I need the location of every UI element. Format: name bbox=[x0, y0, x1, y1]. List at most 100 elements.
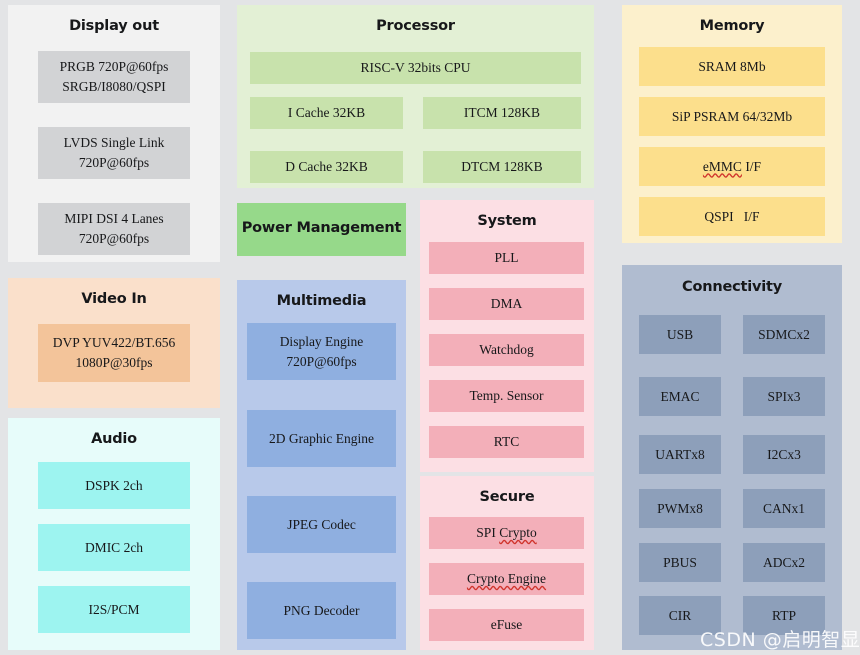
block-sdmc[interactable]: SDMCx2 bbox=[743, 315, 825, 354]
block-dtcm[interactable]: DTCM 128KB bbox=[423, 151, 581, 183]
panel-system: System PLL DMA Watchdog Temp. Sensor RTC bbox=[420, 200, 594, 472]
block-line1: UARTx8 bbox=[655, 446, 705, 462]
block-line2: 720P@60fps bbox=[78, 231, 150, 246]
block-2d-graphic-engine[interactable]: 2D Graphic Engine bbox=[247, 410, 396, 467]
block-line1: 2D Graphic Engine bbox=[269, 430, 374, 446]
block-line1: DTCM 128KB bbox=[461, 159, 543, 175]
block-dspk[interactable]: DSPK 2ch bbox=[38, 462, 190, 509]
block-crypto-engine[interactable]: Crypto Engine bbox=[429, 563, 584, 595]
block-usb[interactable]: USB bbox=[639, 315, 721, 354]
block-lvds[interactable]: LVDS Single Link 720P@60fps bbox=[38, 127, 190, 179]
block-watchdog[interactable]: Watchdog bbox=[429, 334, 584, 366]
block-prgb[interactable]: PRGB 720P@60fps SRGB/I8080/QSPI bbox=[38, 51, 190, 103]
block-emmc-if[interactable]: eMMC I/F bbox=[639, 147, 825, 186]
block-mipi-dsi[interactable]: MIPI DSI 4 Lanes 720P@60fps bbox=[38, 203, 190, 255]
block-line1: SPI Crypto bbox=[476, 523, 536, 543]
block-line1: EMAC bbox=[660, 388, 700, 404]
block-line2: SRGB/I8080/QSPI bbox=[62, 79, 166, 94]
block-line2: 1080P@30fps bbox=[75, 355, 153, 370]
block-line1: LVDS Single Link bbox=[63, 135, 165, 151]
block-pbus[interactable]: PBUS bbox=[639, 543, 721, 582]
block-emac[interactable]: EMAC bbox=[639, 377, 721, 416]
panel-title-display-out: Display out bbox=[69, 18, 159, 34]
block-spi-crypto[interactable]: SPI Crypto bbox=[429, 517, 584, 549]
block-dvp[interactable]: DVP YUV422/BT.656 1080P@30fps bbox=[38, 324, 190, 382]
panel-power-management[interactable]: Power Management bbox=[237, 203, 406, 256]
block-line1: JPEG Codec bbox=[287, 515, 356, 535]
block-dma[interactable]: DMA bbox=[429, 288, 584, 320]
block-line1: DMA bbox=[490, 296, 523, 312]
block-line1: PLL bbox=[494, 250, 519, 266]
panel-title-audio: Audio bbox=[91, 431, 137, 447]
block-line1: SRAM 8Mb bbox=[698, 58, 766, 74]
block-line1: RISC-V 32bits CPU bbox=[360, 60, 471, 76]
block-rtc[interactable]: RTC bbox=[429, 426, 584, 458]
block-line2: 720P@60fps bbox=[286, 353, 357, 369]
block-itcm[interactable]: ITCM 128KB bbox=[423, 97, 581, 129]
block-line1: RTP bbox=[772, 607, 796, 623]
block-line1: Crypto Engine bbox=[467, 569, 546, 589]
block-line2: 720P@60fps bbox=[78, 155, 150, 170]
block-rtp[interactable]: RTP bbox=[743, 596, 825, 635]
block-png-decoder[interactable]: PNG Decoder bbox=[247, 582, 396, 639]
block-uart[interactable]: UARTx8 bbox=[639, 435, 721, 474]
block-line1: RTC bbox=[493, 434, 520, 450]
block-line1: PWMx8 bbox=[657, 500, 703, 516]
block-label-misspelled: Crypto bbox=[499, 525, 537, 541]
block-qspi-if[interactable]: QSPI I/F bbox=[639, 197, 825, 236]
block-can[interactable]: CANx1 bbox=[743, 489, 825, 528]
panel-title-power-management: Power Management bbox=[241, 220, 402, 236]
block-sram[interactable]: SRAM 8Mb bbox=[639, 47, 825, 86]
block-display-engine[interactable]: Display Engine 720P@60fps bbox=[247, 323, 396, 380]
panel-title-system: System bbox=[477, 213, 537, 229]
block-sip-psram[interactable]: SiP PSRAM 64/32Mb bbox=[639, 97, 825, 136]
block-dmic[interactable]: DMIC 2ch bbox=[38, 524, 190, 571]
panel-title-multimedia: Multimedia bbox=[276, 293, 367, 309]
block-line1: I Cache 32KB bbox=[287, 105, 366, 121]
block-risc-v-cpu[interactable]: RISC-V 32bits CPU bbox=[250, 52, 581, 84]
block-line1: ITCM 128KB bbox=[463, 105, 541, 121]
block-label-misspelled: Crypto Engine bbox=[466, 571, 547, 587]
block-line1: DSPK 2ch bbox=[85, 477, 143, 493]
block-pwm[interactable]: PWMx8 bbox=[639, 489, 721, 528]
block-pll[interactable]: PLL bbox=[429, 242, 584, 274]
block-label-prefix: SPI bbox=[476, 525, 500, 541]
block-line1: MIPI DSI 4 Lanes bbox=[64, 211, 164, 227]
block-line1: I2S/PCM bbox=[88, 601, 140, 617]
block-i2s-pcm[interactable]: I2S/PCM bbox=[38, 586, 190, 633]
panel-secure: Secure SPI Crypto Crypto Engine eFuse bbox=[420, 476, 594, 650]
panel-processor: Processor RISC-V 32bits CPU I Cache 32KB… bbox=[237, 5, 594, 188]
block-line1: Display Engine bbox=[279, 333, 364, 349]
block-temp-sensor[interactable]: Temp. Sensor bbox=[429, 380, 584, 412]
block-line1: SPIx3 bbox=[767, 388, 801, 404]
panel-audio: Audio DSPK 2ch DMIC 2ch I2S/PCM bbox=[8, 418, 220, 650]
panel-title-memory: Memory bbox=[699, 18, 765, 34]
panel-title-video-in: Video In bbox=[81, 291, 147, 307]
block-line1: Temp. Sensor bbox=[469, 388, 544, 404]
block-cir[interactable]: CIR bbox=[639, 596, 721, 635]
panel-title-processor: Processor bbox=[376, 18, 455, 34]
block-line1: CIR bbox=[668, 607, 692, 623]
block-i-cache[interactable]: I Cache 32KB bbox=[250, 97, 403, 129]
panel-title-secure: Secure bbox=[479, 489, 535, 505]
soc-block-diagram: Display out PRGB 720P@60fps SRGB/I8080/Q… bbox=[0, 0, 860, 655]
block-line1: CANx1 bbox=[762, 500, 805, 516]
block-line1: eFuse bbox=[490, 617, 523, 633]
block-line1: QSPI I/F bbox=[704, 208, 760, 224]
block-adc[interactable]: ADCx2 bbox=[743, 543, 825, 582]
block-line1: USB bbox=[666, 326, 694, 342]
block-line1: SiP PSRAM 64/32Mb bbox=[671, 108, 793, 124]
block-line1: PRGB 720P@60fps bbox=[59, 59, 169, 75]
block-line1: ADCx2 bbox=[762, 554, 805, 570]
block-d-cache[interactable]: D Cache 32KB bbox=[250, 151, 403, 183]
block-line1: D Cache 32KB bbox=[285, 159, 368, 175]
block-jpeg-codec[interactable]: JPEG Codec bbox=[247, 496, 396, 553]
block-spi[interactable]: SPIx3 bbox=[743, 377, 825, 416]
block-efuse[interactable]: eFuse bbox=[429, 609, 584, 641]
block-line1: DVP YUV422/BT.656 bbox=[52, 335, 176, 351]
panel-multimedia: Multimedia Display Engine 720P@60fps 2D … bbox=[237, 280, 406, 650]
block-line1: Watchdog bbox=[479, 342, 534, 358]
panel-title-connectivity: Connectivity bbox=[682, 279, 782, 295]
panel-display-out: Display out PRGB 720P@60fps SRGB/I8080/Q… bbox=[8, 5, 220, 262]
block-i2c[interactable]: I2Cx3 bbox=[743, 435, 825, 474]
